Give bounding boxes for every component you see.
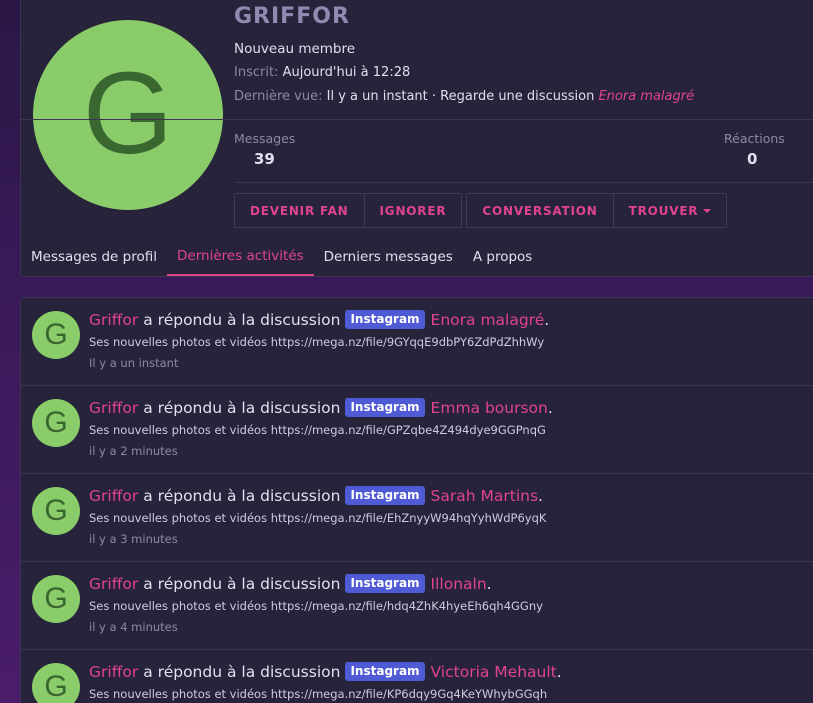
reactions-stat-label: Réactions xyxy=(724,131,785,146)
activity-title-period: . xyxy=(556,662,562,681)
activity-title-period: . xyxy=(538,486,543,505)
activity-snippet: Ses nouvelles photos et vidéos https://m… xyxy=(89,335,545,349)
last-seen-thread-link[interactable]: Enora malagré xyxy=(598,89,694,104)
avatar[interactable]: G xyxy=(32,311,80,359)
joined-label: Inscrit: xyxy=(234,65,279,80)
activity-snippet: Ses nouvelles photos et vidéos https://m… xyxy=(89,687,548,701)
activity-thread-link[interactable]: Victoria Mehault xyxy=(431,663,557,681)
activity-list: G Griffor a répondu à la discussion Inst… xyxy=(20,297,813,703)
tab-postings[interactable]: Derniers messages xyxy=(314,237,463,276)
list-item: G Griffor a répondu à la discussion Inst… xyxy=(21,650,813,703)
prefix-badge[interactable]: Instagram xyxy=(345,574,425,593)
list-item: G Griffor a répondu à la discussion Inst… xyxy=(21,562,813,650)
activity-title: Griffor a répondu à la discussion Instag… xyxy=(89,662,562,681)
become-fan-button[interactable]: DEVENIR FAN xyxy=(235,194,365,227)
avatar[interactable]: G xyxy=(32,663,80,703)
activity-title-period: . xyxy=(547,398,553,417)
find-button-label: TROUVER xyxy=(628,203,699,218)
activity-timestamp[interactable]: Il y a un instant xyxy=(89,356,178,370)
activity-action-text: a répondu à la discussion xyxy=(143,574,341,593)
last-seen-value: Il y a un instant · Regarde une discussi… xyxy=(326,89,595,104)
tab-profile-posts[interactable]: Messages de profil xyxy=(21,237,167,276)
joined-info: Inscrit: Aujourd'hui à 12:28 xyxy=(234,65,410,80)
last-seen-label: Dernière vue: xyxy=(234,89,323,104)
prefix-badge[interactable]: Instagram xyxy=(345,662,425,681)
avatar-letter: G xyxy=(44,581,68,615)
activity-action-text: a répondu à la discussion xyxy=(143,310,341,329)
user-title: Nouveau membre xyxy=(234,41,356,57)
avatar-letter: G xyxy=(82,48,174,178)
messages-stat-value[interactable]: 39 xyxy=(254,150,275,168)
activity-timestamp[interactable]: il y a 4 minutes xyxy=(89,620,178,634)
activity-user-link[interactable]: Griffor xyxy=(89,575,138,593)
joined-value: Aujourd'hui à 12:28 xyxy=(282,65,411,80)
avatar[interactable]: G xyxy=(32,487,80,535)
action-group-primary: DEVENIR FAN IGNORER xyxy=(234,193,463,228)
activity-title: Griffor a répondu à la discussion Instag… xyxy=(89,574,492,593)
activity-action-text: a répondu à la discussion xyxy=(143,398,341,417)
activity-thread-link[interactable]: Illonaln xyxy=(431,575,487,593)
list-item: G Griffor a répondu à la discussion Inst… xyxy=(21,298,813,386)
activity-title-period: . xyxy=(486,574,492,593)
reactions-stat-value: 0 xyxy=(747,150,758,168)
avatar[interactable]: G xyxy=(32,575,80,623)
activity-title: Griffor a répondu à la discussion Instag… xyxy=(89,310,549,329)
activity-user-link[interactable]: Griffor xyxy=(89,663,138,681)
tab-latest-activity[interactable]: Dernières activités xyxy=(167,237,314,276)
activity-thread-link[interactable]: Enora malagré xyxy=(431,311,545,329)
prefix-badge[interactable]: Instagram xyxy=(345,310,425,329)
avatar[interactable]: G xyxy=(33,20,223,210)
activity-snippet: Ses nouvelles photos et vidéos https://m… xyxy=(89,599,543,613)
prefix-badge[interactable]: Instagram xyxy=(345,486,425,505)
divider xyxy=(21,119,813,120)
avatar-letter: G xyxy=(44,317,68,351)
list-item: G Griffor a répondu à la discussion Inst… xyxy=(21,386,813,474)
activity-user-link[interactable]: Griffor xyxy=(89,311,138,329)
avatar[interactable]: G xyxy=(32,399,80,447)
conversation-button[interactable]: CONVERSATION xyxy=(467,194,614,227)
activity-timestamp[interactable]: il y a 3 minutes xyxy=(89,532,178,546)
activity-snippet: Ses nouvelles photos et vidéos https://m… xyxy=(89,511,547,525)
activity-snippet: Ses nouvelles photos et vidéos https://m… xyxy=(89,423,546,437)
username[interactable]: GRIFFOR xyxy=(234,4,350,29)
find-dropdown-button[interactable]: TROUVER xyxy=(613,194,727,227)
avatar-letter: G xyxy=(44,493,68,527)
tab-about[interactable]: A propos xyxy=(463,237,542,276)
activity-user-link[interactable]: Griffor xyxy=(89,399,138,417)
divider xyxy=(234,182,813,183)
activity-user-link[interactable]: Griffor xyxy=(89,487,138,505)
activity-action-text: a répondu à la discussion xyxy=(143,662,341,681)
activity-thread-link[interactable]: Emma bourson xyxy=(431,399,548,417)
avatar-letter: G xyxy=(44,405,68,439)
action-group-secondary: CONVERSATION TROUVER xyxy=(466,193,728,228)
avatar-letter: G xyxy=(44,669,68,703)
activity-title-period: . xyxy=(544,310,550,329)
activity-thread-link[interactable]: Sarah Martins xyxy=(431,487,539,505)
list-item: G Griffor a répondu à la discussion Inst… xyxy=(21,474,813,562)
caret-down-icon xyxy=(703,208,712,213)
messages-stat-label: Messages xyxy=(234,131,296,146)
last-seen-info: Dernière vue: Il y a un instant · Regard… xyxy=(234,89,694,104)
activity-title: Griffor a répondu à la discussion Instag… xyxy=(89,486,543,505)
profile-actions: DEVENIR FAN IGNORER CONVERSATION TROUVER xyxy=(234,193,728,228)
profile-card: G GRIFFOR Nouveau membre Inscrit: Aujour… xyxy=(20,0,813,277)
activity-action-text: a répondu à la discussion xyxy=(143,486,341,505)
ignore-button[interactable]: IGNORER xyxy=(364,194,462,227)
activity-title: Griffor a répondu à la discussion Instag… xyxy=(89,398,553,417)
activity-timestamp[interactable]: il y a 2 minutes xyxy=(89,444,178,458)
prefix-badge[interactable]: Instagram xyxy=(345,398,425,417)
profile-tabs: Messages de profil Dernières activités D… xyxy=(21,237,542,276)
